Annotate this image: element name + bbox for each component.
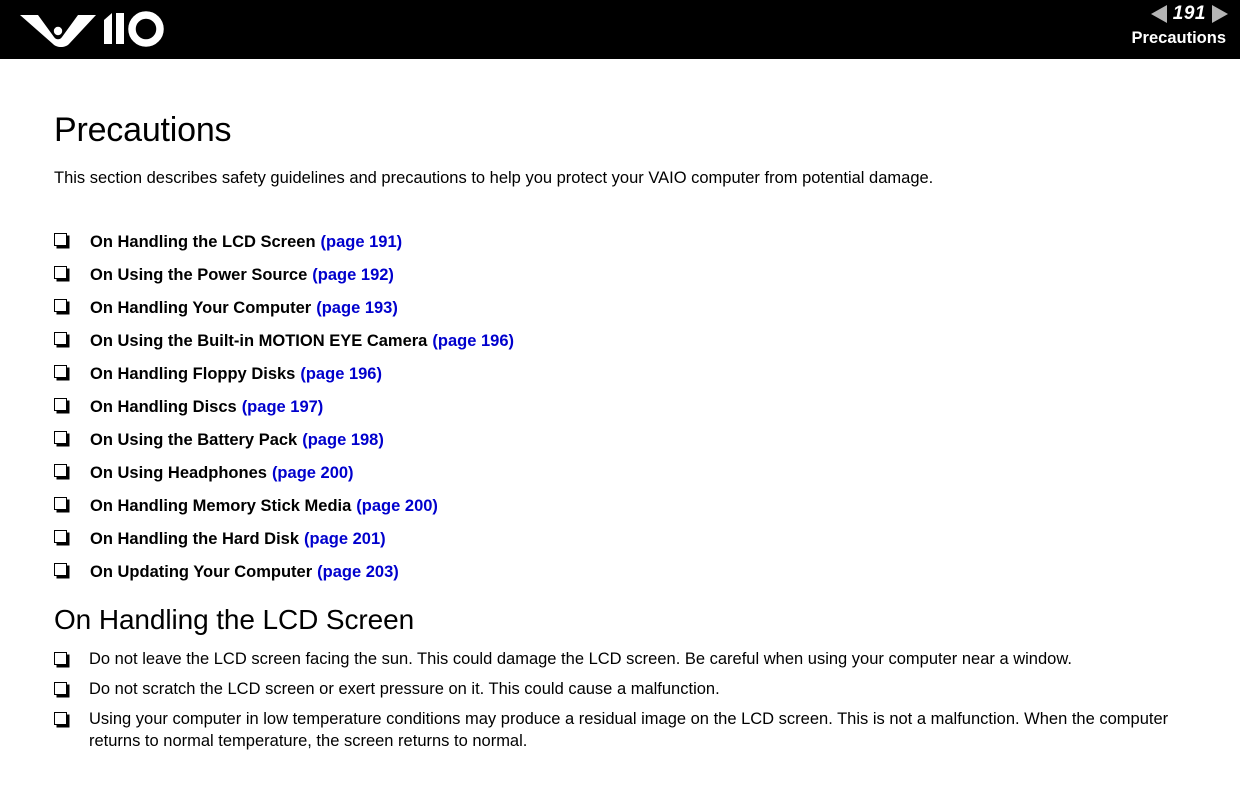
page-reference-link[interactable]: (page 193) <box>316 298 398 318</box>
hollow-square-bullet-icon <box>54 530 67 543</box>
list-item-label: On Handling the LCD Screen <box>90 233 316 251</box>
hollow-square-bullet-icon <box>54 332 67 345</box>
list-item-label: On Using Headphones <box>90 464 267 482</box>
intro-paragraph: This section describes safety guidelines… <box>54 169 934 187</box>
hollow-square-bullet-icon <box>54 563 67 576</box>
hollow-square-bullet-icon <box>54 266 67 279</box>
hollow-square-bullet-icon <box>54 464 67 477</box>
list-item[interactable]: On Handling Memory Stick Media (page 200… <box>54 496 1240 516</box>
hollow-square-bullet-icon <box>54 365 67 378</box>
hollow-square-bullet-icon <box>54 712 67 725</box>
page-number: 191 <box>1172 3 1206 24</box>
list-item[interactable]: On Handling Discs (page 197) <box>54 397 1240 417</box>
list-item[interactable]: On Handling Floppy Disks (page 196) <box>54 364 1240 384</box>
triangle-left-icon[interactable] <box>1150 5 1167 23</box>
section-heading: On Handling the LCD Screen <box>54 604 415 635</box>
page-reference-link[interactable]: (page 201) <box>304 529 386 549</box>
page-reference-link[interactable]: (page 197) <box>242 397 324 417</box>
hollow-square-bullet-icon <box>54 299 67 312</box>
list-item-label: On Using the Power Source <box>90 266 308 284</box>
list-item-label: On Using the Built-in MOTION EYE Camera <box>90 332 428 350</box>
list-item-label: On Handling Memory Stick Media <box>90 497 352 515</box>
list-item-text: Do not leave the LCD screen facing the s… <box>89 650 1072 668</box>
list-item: Do not leave the LCD screen facing the s… <box>54 648 1204 670</box>
hollow-square-bullet-icon <box>54 682 67 695</box>
page-reference-link[interactable]: (page 196) <box>432 331 514 351</box>
section-bullet-list: Do not leave the LCD screen facing the s… <box>54 648 1240 752</box>
header-section-title: Precautions <box>1131 29 1226 47</box>
page-reference-link[interactable]: (page 192) <box>312 265 394 285</box>
list-item[interactable]: On Handling the Hard Disk (page 201) <box>54 529 1240 549</box>
list-item-label: On Using the Battery Pack <box>90 431 298 449</box>
list-item[interactable]: On Handling the LCD Screen (page 191) <box>54 232 1240 252</box>
precautions-link-list: On Handling the LCD Screen (page 191) On… <box>54 232 1240 582</box>
list-item[interactable]: On Updating Your Computer (page 203) <box>54 562 1240 582</box>
list-item: Do not scratch the LCD screen or exert p… <box>54 678 1204 700</box>
vaio-logo <box>20 11 164 47</box>
list-item[interactable]: On Handling Your Computer (page 193) <box>54 298 1240 318</box>
page-reference-link[interactable]: (page 200) <box>356 496 438 516</box>
list-item[interactable]: On Using the Battery Pack (page 198) <box>54 430 1240 450</box>
list-item-label: On Handling Discs <box>90 398 237 416</box>
page-title: Precautions <box>54 111 232 149</box>
hollow-square-bullet-icon <box>54 431 67 444</box>
list-item-text: Do not scratch the LCD screen or exert p… <box>89 680 720 698</box>
page-content: Precautions This section describes safet… <box>0 59 1240 752</box>
list-item-label: On Handling Floppy Disks <box>90 365 296 383</box>
page-reference-link[interactable]: (page 200) <box>272 463 354 483</box>
page-nav-row: 191 <box>1132 2 1228 26</box>
list-item-text: Using your computer in low temperature c… <box>89 710 1169 750</box>
list-item[interactable]: On Using Headphones (page 200) <box>54 463 1240 483</box>
hollow-square-bullet-icon <box>54 497 67 510</box>
list-item-label: On Handling the Hard Disk <box>90 530 300 548</box>
page-header: 191 Precautions <box>0 0 1240 59</box>
list-item-label: On Handling Your Computer <box>90 299 312 317</box>
page-reference-link[interactable]: (page 196) <box>300 364 382 384</box>
list-item-label: On Updating Your Computer <box>90 563 313 581</box>
page-reference-link[interactable]: (page 198) <box>302 430 384 450</box>
hollow-square-bullet-icon <box>54 233 67 246</box>
hollow-square-bullet-icon <box>54 398 67 411</box>
hollow-square-bullet-icon <box>54 652 67 665</box>
list-item[interactable]: On Using the Built-in MOTION EYE Camera … <box>54 331 1240 351</box>
triangle-right-icon[interactable] <box>1212 5 1228 23</box>
header-navigation: 191 Precautions <box>1132 2 1228 48</box>
list-item: Using your computer in low temperature c… <box>54 708 1204 752</box>
page-reference-link[interactable]: (page 203) <box>317 562 399 582</box>
list-item[interactable]: On Using the Power Source (page 192) <box>54 265 1240 285</box>
page-reference-link[interactable]: (page 191) <box>321 232 403 252</box>
